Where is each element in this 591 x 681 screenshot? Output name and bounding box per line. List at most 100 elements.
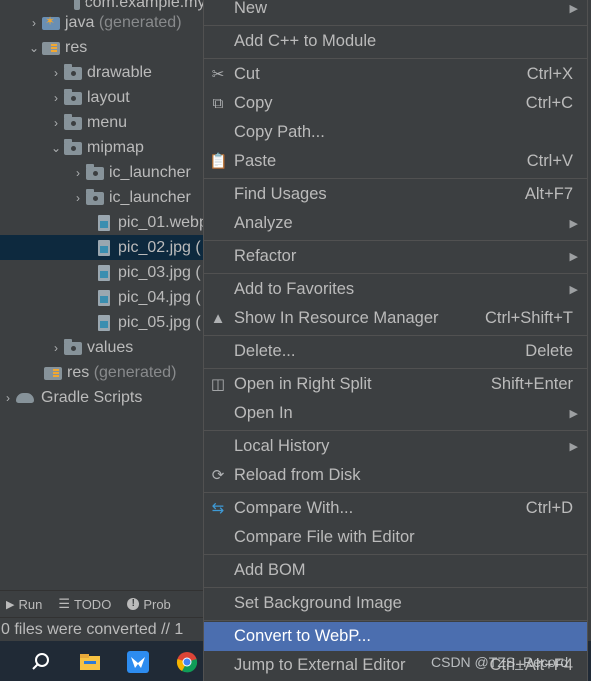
java-folder-icon [42,14,60,30]
chevron-right-icon[interactable]: › [72,191,84,205]
submenu-arrow-icon: ▶ [569,251,578,263]
submenu-arrow-icon: ▶ [569,218,578,230]
tree-item-gradle-scripts[interactable]: › Gradle Scripts [0,385,210,410]
watermark: CSDN @TZS_Record [431,654,569,670]
problems-icon: ! [127,598,140,610]
list-icon: ☰ [58,596,70,611]
menu-item-local-history[interactable]: Local History ▶ [204,432,587,461]
menu-separator [204,587,587,588]
gradle-icon [16,391,36,405]
compare-icon: ⇆ [211,499,225,517]
package-folder-icon [74,0,86,10]
menu-separator [204,430,587,431]
res-folder-icon [44,367,62,380]
run-tool-button[interactable]: ▶ Run [6,597,42,612]
folder-icon [64,89,82,105]
tree-item-res-generated[interactable]: res (generated) [0,360,210,385]
tree-item-pic-03[interactable]: pic_03.jpg ( [0,260,210,285]
menu-separator [204,178,587,179]
chevron-right-icon[interactable]: › [50,341,62,355]
search-icon[interactable] [30,651,52,673]
status-bar-message: 0 files were converted // 1 [0,617,211,642]
menu-item-copy[interactable]: ⧉ Copy Ctrl+C [204,89,587,118]
menu-item-cut[interactable]: ✂ Cut Ctrl+X [204,60,587,89]
tree-item-pic-02[interactable]: pic_02.jpg ( [0,235,210,260]
tree-item-ic-launcher[interactable]: › ic_launcher [0,160,210,185]
folder-icon [86,164,104,180]
submenu-arrow-icon: ▶ [569,3,578,15]
menu-item-add-bom[interactable]: Add BOM [204,556,587,585]
menu-item-new[interactable]: New ▶ [204,0,587,23]
menu-item-analyze[interactable]: Analyze ▶ [204,209,587,238]
submenu-arrow-icon: ▶ [569,441,578,453]
context-menu: New ▶ Add C++ to Module ✂ Cut Ctrl+X ⧉ C… [203,0,588,681]
menu-separator [204,620,587,621]
chevron-right-icon[interactable]: › [50,66,62,80]
menu-separator [204,273,587,274]
menu-item-copy-path[interactable]: Copy Path... [204,118,587,147]
res-folder-icon [42,42,60,55]
menu-item-show-resource-manager[interactable]: ▲ Show In Resource Manager Ctrl+Shift+T [204,304,587,333]
chevron-right-icon[interactable]: › [50,116,62,130]
chevron-down-icon[interactable]: ⌄ [50,141,62,155]
image-file-icon [98,239,110,256]
folder-icon [64,64,82,80]
copy-icon: ⧉ [212,94,224,112]
menu-item-compare-file-with-editor[interactable]: Compare File with Editor [204,523,587,552]
folder-icon [64,139,82,155]
menu-item-convert-to-webp[interactable]: Convert to WebP... [204,622,587,651]
submenu-arrow-icon: ▶ [569,408,578,420]
file-explorer-icon[interactable] [79,651,101,673]
folder-icon [86,189,104,205]
tree-item-java-generated[interactable]: › java (generated) [0,10,210,35]
tree-item-layout[interactable]: › layout [0,85,210,110]
scissors-icon: ✂ [211,65,225,83]
chevron-right-icon[interactable]: › [72,166,84,180]
chrome-icon[interactable] [176,651,198,673]
tree-item-values[interactable]: › values [0,335,210,360]
tree-item-pic-05[interactable]: pic_05.jpg ( [0,310,210,335]
tree-item-drawable[interactable]: › drawable [0,60,210,85]
tree-item-menu[interactable]: › menu [0,110,210,135]
menu-separator [204,368,587,369]
menu-item-paste[interactable]: 📋 Paste Ctrl+V [204,147,587,176]
chevron-right-icon[interactable]: › [28,16,40,30]
menu-separator [204,335,587,336]
menu-item-add-cpp[interactable]: Add C++ to Module [204,27,587,56]
menu-item-refactor[interactable]: Refactor ▶ [204,242,587,271]
play-icon: ▶ [6,598,15,611]
menu-item-add-favorites[interactable]: Add to Favorites ▶ [204,275,587,304]
image-file-icon [98,314,110,331]
messenger-app-icon[interactable] [127,651,149,673]
problems-tool-button[interactable]: ! Prob [127,597,171,612]
project-tree: com.example.myapplication › java (genera… [0,0,210,590]
image-file-icon [98,289,110,306]
menu-separator [204,554,587,555]
folder-icon [64,339,82,355]
tree-item-mipmap[interactable]: ⌄ mipmap [0,135,210,160]
menu-item-find-usages[interactable]: Find Usages Alt+F7 [204,180,587,209]
tree-item-res[interactable]: ⌄ res [0,35,210,60]
image-file-icon [98,214,110,231]
menu-item-open-right-split[interactable]: ◫ Open in Right Split Shift+Enter [204,370,587,399]
menu-separator [204,492,587,493]
todo-tool-button[interactable]: ☰ TODO [58,596,111,612]
chevron-right-icon[interactable]: › [2,391,14,405]
tool-window-bar: ▶ Run ☰ TODO ! Prob [0,590,210,617]
resource-manager-icon: ▲ [210,309,226,327]
tree-item-ic-launcher-round[interactable]: › ic_launcher [0,185,210,210]
menu-item-compare-with[interactable]: ⇆ Compare With... Ctrl+D [204,494,587,523]
tree-item-pic-04[interactable]: pic_04.jpg ( [0,285,210,310]
chevron-down-icon[interactable]: ⌄ [28,41,40,55]
menu-item-set-background-image[interactable]: Set Background Image [204,589,587,618]
menu-separator [204,25,587,26]
menu-item-reload-from-disk[interactable]: ⟳ Reload from Disk [204,461,587,490]
split-view-icon: ◫ [210,375,226,393]
menu-item-open-in[interactable]: Open In ▶ [204,399,587,428]
folder-icon [64,114,82,130]
reload-icon: ⟳ [211,466,225,484]
menu-item-delete[interactable]: Delete... Delete [204,337,587,366]
tree-item-pic-01[interactable]: pic_01.webp [0,210,210,235]
chevron-right-icon[interactable]: › [50,91,62,105]
submenu-arrow-icon: ▶ [569,284,578,296]
